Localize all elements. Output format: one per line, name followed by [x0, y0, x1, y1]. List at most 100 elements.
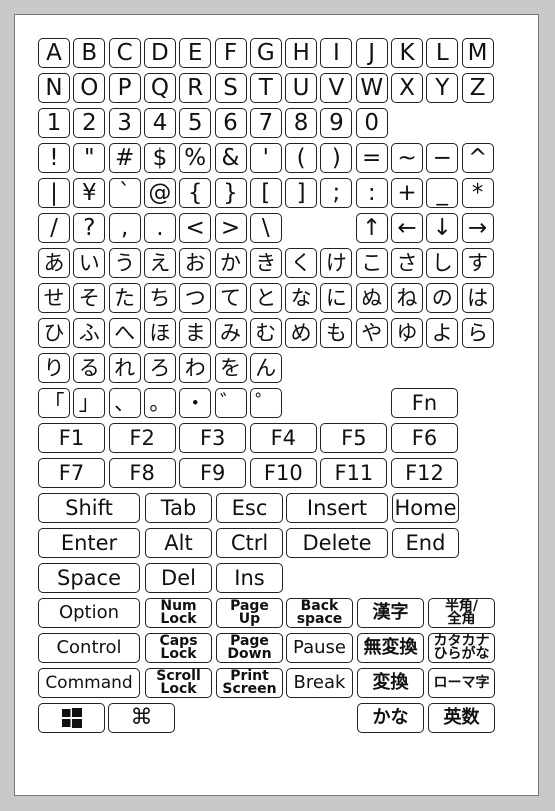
key-row: ⌘ かな 英数 [38, 703, 495, 733]
key-kana: よ [426, 318, 459, 348]
key-char: − [426, 143, 459, 173]
key-char: U [285, 73, 318, 103]
arrow-key: → [461, 213, 494, 243]
key-kana: か [214, 248, 247, 278]
key-modifier: Tab [145, 493, 212, 523]
key-kana: ん [249, 353, 282, 383]
key-char: ) [320, 143, 353, 173]
key-char: ! [38, 143, 70, 173]
key-punct: ゜ [249, 388, 282, 418]
key-special: 変換 [357, 668, 424, 698]
key-char: | [38, 178, 70, 208]
key-char: 9 [320, 108, 353, 138]
key-char: 1 [38, 108, 70, 138]
key-function: F5 [320, 423, 388, 453]
key-char: 4 [143, 108, 176, 138]
key-char: 0 [355, 108, 388, 138]
key-char: > [214, 213, 247, 243]
key-modifier: Home [392, 493, 459, 523]
key-char: \ [249, 213, 282, 243]
key-char: [ [249, 178, 282, 208]
key-char: # [108, 143, 141, 173]
key-kana: り [38, 353, 70, 383]
key-char: = [355, 143, 388, 173]
key-special: Command [38, 668, 140, 698]
key-char: ^ [461, 143, 494, 173]
key-char: P [108, 73, 141, 103]
key-special: Pause [286, 633, 353, 663]
key-kana: れ [108, 353, 141, 383]
key-modifier: End [392, 528, 459, 558]
key-row: ひふへほまみむめもやゆよら [38, 318, 494, 348]
key-char: , [108, 213, 141, 243]
key-char: 8 [285, 108, 318, 138]
key-kana: ま [179, 318, 212, 348]
key-special: 漢字 [357, 598, 424, 628]
key-row: あいうえおかきくけこさしす [38, 248, 494, 278]
key-modifier: Delete [286, 528, 388, 558]
key-char: X [391, 73, 423, 103]
key-kana: ほ [143, 318, 176, 348]
key-kana: え [143, 248, 176, 278]
key-char: . [143, 213, 176, 243]
key-char: N [38, 73, 70, 103]
key-row: ! " # $% & '() = ~ − ^ [38, 143, 494, 173]
key-kana: た [108, 283, 141, 313]
key-kana: く [285, 248, 318, 278]
key-char: M [461, 38, 494, 68]
key-punct: 、 [108, 388, 141, 418]
key-special: Scroll Lock [145, 668, 212, 698]
key-modifier: Ins [216, 563, 283, 593]
key-row: 1234567890 [38, 108, 493, 138]
key-function: F4 [249, 423, 317, 453]
key-row: Command Scroll Lock Print Screen Break 変換 ローマ… [38, 668, 495, 698]
key-kana: に [320, 283, 353, 313]
key-char: } [214, 178, 247, 208]
key-kana: い [73, 248, 106, 278]
key-function: F8 [108, 458, 176, 488]
key-special: 半角/ 全角 [428, 598, 495, 628]
key-char: % [179, 143, 212, 173]
key-kana: け [320, 248, 353, 278]
key-char: I [320, 38, 353, 68]
key-row: Option Num Lock Page Up Back space 漢字 半角/ 全角 [38, 598, 495, 628]
key-special: Num Lock [145, 598, 212, 628]
key-kana: ち [143, 283, 176, 313]
key-special: ローマ字 [428, 668, 495, 698]
key-modifier: Enter [38, 528, 140, 558]
key-row: NOPQRSTUVWXYZ [38, 73, 494, 103]
key-char: A [38, 38, 70, 68]
key-char: Y [426, 73, 459, 103]
key-row: りるれろわをん [38, 353, 493, 383]
key-char: C [108, 38, 141, 68]
key-char: Z [461, 73, 494, 103]
key-function: F1 [38, 423, 105, 453]
key-row: /?,. < > \ ↑ ← ↓ → [38, 213, 494, 243]
key-kana: ろ [143, 353, 176, 383]
keyboard-sticker-sheet: A B C D E F G H I J K L M N O P Q R S T U V W X Y Z 1 2 3 4 5 6 7 8 9 0! " # $… [14, 14, 539, 796]
key-char: @ [143, 178, 176, 208]
key-char: Q [143, 73, 176, 103]
key-kana: そ [73, 283, 106, 313]
key-special: Page Up [216, 598, 283, 628]
key-modifier: Insert [286, 493, 388, 523]
key-char: 2 [73, 108, 106, 138]
key-kana: こ [355, 248, 388, 278]
key-char: E [179, 38, 212, 68]
key-kana: や [355, 318, 388, 348]
key-char: ~ [391, 143, 423, 173]
key-row: Shift Tab Esc Insert Home [38, 493, 493, 523]
key-char: L [426, 38, 459, 68]
key-kana: ふ [73, 318, 106, 348]
arrow-key: ↓ [426, 213, 459, 243]
key-char: / [38, 213, 70, 243]
arrow-key: ↑ [355, 213, 388, 243]
key-special: Option [38, 598, 140, 628]
key-char: 7 [249, 108, 282, 138]
key-punct: ・ [179, 388, 212, 418]
key-char: 3 [108, 108, 141, 138]
key-kana: ね [391, 283, 423, 313]
key-kana: め [285, 318, 318, 348]
key-kana: ぬ [355, 283, 388, 313]
key-grid: A B C D E F G H I J K L M N O P Q R S T U V W X Y Z 1 2 3 4 5 6 7 8 9 0! " # $… [38, 38, 495, 738]
